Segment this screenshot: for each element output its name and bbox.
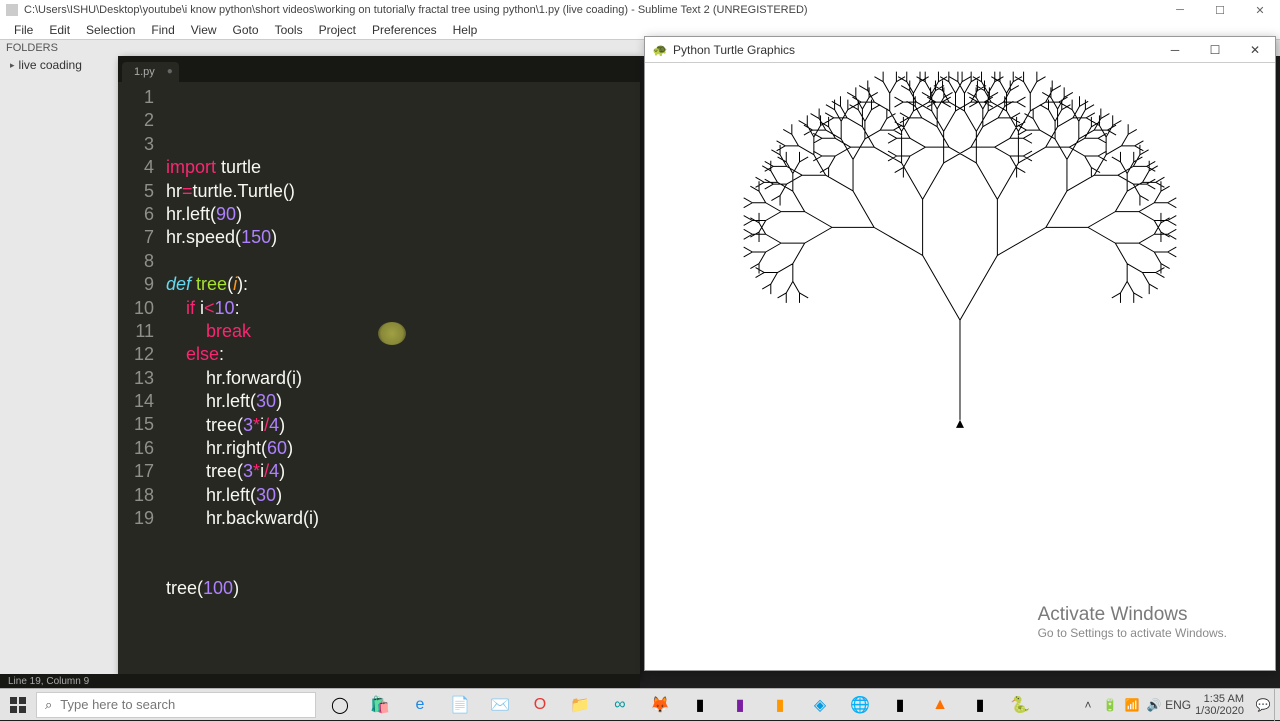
mail-icon[interactable]: ✉️ (480, 689, 520, 721)
vlc-icon[interactable]: ▲ (920, 689, 960, 721)
system-tray: ˄ 🔋 📶 🔊 ENG 1:35 AM 1/30/2020 💬 (1077, 689, 1280, 721)
firefox-icon[interactable]: 🦊 (640, 689, 680, 721)
sublime-titlebar: C:\Users\ISHU\Desktop\youtube\i know pyt… (0, 0, 1280, 20)
tray-volume-icon[interactable]: 🔊 (1143, 698, 1165, 712)
menu-view[interactable]: View (183, 23, 225, 37)
search-placeholder: Type here to search (60, 697, 175, 712)
teamviewer-icon[interactable]: ◈ (800, 689, 840, 721)
sidebar-folder[interactable]: live coading (0, 58, 118, 72)
editor[interactable]: 1.py ● 12345678910111213141516171819 imp… (118, 56, 640, 678)
menu-edit[interactable]: Edit (41, 23, 78, 37)
tab-close-icon[interactable]: ● (167, 66, 173, 77)
search-icon: ⌕ (45, 697, 52, 713)
turtle-canvas: Activate Windows Go to Settings to activ… (645, 63, 1275, 670)
terminal-icon[interactable]: ▮ (680, 689, 720, 721)
turtle-window[interactable]: 🐢 Python Turtle Graphics ─ ☐ ✕ Activate … (644, 36, 1276, 671)
tray-chevron-icon[interactable]: ˄ (1077, 698, 1099, 712)
menu-preferences[interactable]: Preferences (364, 23, 445, 37)
menu-selection[interactable]: Selection (78, 23, 143, 37)
line-gutter: 12345678910111213141516171819 (118, 82, 166, 601)
turtle-minimize-button[interactable]: ─ (1155, 37, 1195, 63)
sublime-statusbar: Line 19, Column 9 (0, 674, 640, 688)
store-icon[interactable]: 🛍️ (360, 689, 400, 721)
turtle-titlebar: 🐢 Python Turtle Graphics ─ ☐ ✕ (645, 37, 1275, 63)
pycharm-icon[interactable]: ▮ (880, 689, 920, 721)
taskview-icon[interactable]: ◯ (320, 689, 360, 721)
code-area[interactable]: import turtlehr=turtle.Turtle()hr.left(9… (166, 82, 319, 601)
sublime-title-text: C:\Users\ISHU\Desktop\youtube\i know pyt… (24, 4, 808, 16)
turtle-title-text: Python Turtle Graphics (673, 43, 795, 57)
taskbar: ⌕ Type here to search ◯ 🛍️ e 📄 ✉️ O 📁 ∞ … (0, 688, 1280, 720)
arduino-icon[interactable]: ∞ (600, 689, 640, 721)
tab-bar: 1.py ● (118, 56, 640, 82)
tray-battery-icon[interactable]: 🔋 (1099, 698, 1121, 712)
turtle-icon: 🐢 (653, 43, 667, 57)
chrome-icon[interactable]: 🌐 (840, 689, 880, 721)
cursor-highlight-icon (378, 322, 406, 345)
sublime-icon (6, 4, 18, 16)
edge-icon[interactable]: e (400, 689, 440, 721)
app-icon-2[interactable]: ▮ (960, 689, 1000, 721)
taskbar-clock[interactable]: 1:35 AM 1/30/2020 (1187, 693, 1252, 717)
sublime-close-button[interactable]: ✕ (1240, 0, 1280, 20)
sublime-maximize-button[interactable]: ☐ (1200, 0, 1240, 20)
taskbar-apps: ◯ 🛍️ e 📄 ✉️ O 📁 ∞ 🦊 ▮ ▮ ▮ ◈ 🌐 ▮ ▲ ▮ 🐍 (320, 689, 1040, 721)
menu-project[interactable]: Project (311, 23, 364, 37)
tray-wifi-icon[interactable]: 📶 (1121, 698, 1143, 712)
notepad-icon[interactable]: 📄 (440, 689, 480, 721)
app-icon-1[interactable]: ▮ (720, 689, 760, 721)
explorer-icon[interactable]: 📁 (560, 689, 600, 721)
turtle-cursor-icon (956, 420, 964, 428)
start-button[interactable] (0, 689, 36, 721)
menu-tools[interactable]: Tools (267, 23, 311, 37)
sublime-taskbar-icon[interactable]: ▮ (760, 689, 800, 721)
turtle-close-button[interactable]: ✕ (1235, 37, 1275, 63)
python-icon[interactable]: 🐍 (1000, 689, 1040, 721)
show-desktop-button[interactable] (1274, 689, 1280, 721)
opera-icon[interactable]: O (520, 689, 560, 721)
menu-file[interactable]: File (6, 23, 41, 37)
taskbar-search[interactable]: ⌕ Type here to search (36, 692, 316, 718)
tray-lang-icon[interactable]: ENG (1165, 698, 1187, 712)
tab-1py[interactable]: 1.py ● (122, 62, 179, 82)
activate-windows-watermark: Activate Windows Go to Settings to activ… (1038, 604, 1227, 640)
sidebar: live coading (0, 56, 118, 678)
notifications-icon[interactable]: 💬 (1252, 698, 1274, 712)
menu-goto[interactable]: Goto (225, 23, 267, 37)
menu-find[interactable]: Find (143, 23, 182, 37)
turtle-maximize-button[interactable]: ☐ (1195, 37, 1235, 63)
menu-help[interactable]: Help (445, 23, 486, 37)
sublime-minimize-button[interactable]: ─ (1160, 0, 1200, 20)
